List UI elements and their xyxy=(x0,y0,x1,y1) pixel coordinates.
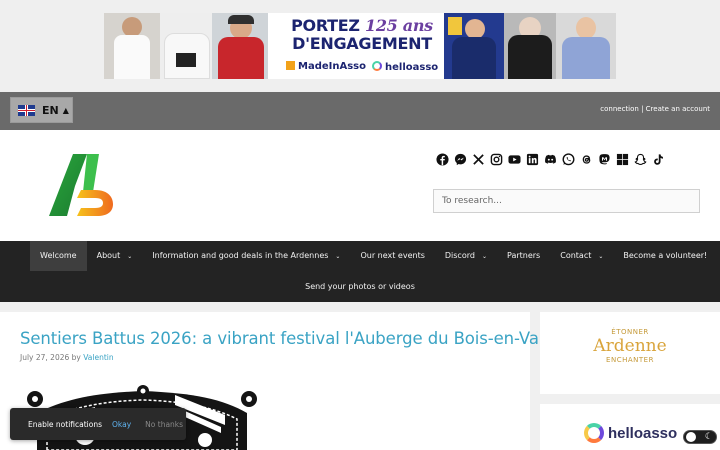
helloasso-ring-icon xyxy=(584,423,604,443)
article-meta: July 27, 2026 by Valentin xyxy=(20,353,114,362)
account-links: connection | Create an account xyxy=(600,105,710,113)
nav-item-volunteer[interactable]: Become a volunteer! xyxy=(613,241,717,271)
connection-link[interactable]: connection xyxy=(600,105,639,113)
helloasso-logo: helloasso xyxy=(584,423,677,443)
nav-item-discord[interactable]: Discord ⌄ xyxy=(435,241,497,271)
ad-photo-woman xyxy=(504,13,556,79)
nav-item-welcome[interactable]: Welcome xyxy=(30,241,87,271)
nav-row-secondary: Send your photos or videos xyxy=(0,271,720,302)
site-logo[interactable] xyxy=(47,152,115,220)
helloasso-logo: helloasso xyxy=(372,61,438,73)
chevron-down-icon: ⌄ xyxy=(598,253,604,260)
whatsapp-icon[interactable] xyxy=(562,153,575,166)
tiktok-icon[interactable] xyxy=(652,153,665,166)
nav-row-primary: Welcome About ⌄ Information and good deal… xyxy=(30,241,717,271)
instagram-icon[interactable] xyxy=(490,153,503,166)
messenger-icon[interactable] xyxy=(454,153,467,166)
article-date[interactable]: July 27, 2026 xyxy=(20,353,69,362)
search-input[interactable] xyxy=(433,189,700,213)
discord-icon[interactable] xyxy=(544,153,557,166)
youtube-icon[interactable] xyxy=(508,153,521,166)
ad-photo-girl xyxy=(556,13,616,79)
chevron-down-icon: ⌄ xyxy=(335,253,341,260)
chevron-down-icon: ⌄ xyxy=(481,253,487,260)
snapchat-icon[interactable] xyxy=(634,153,647,166)
notification-prompt: Enable notifications Okay No thanks xyxy=(10,408,186,440)
ad-photo-kid-blue xyxy=(444,13,504,79)
linkedin-icon[interactable] xyxy=(526,153,539,166)
ad-brands: MadeInAsso helloasso xyxy=(286,60,446,76)
x-icon[interactable] xyxy=(472,153,485,166)
nav-item-about[interactable]: About ⌄ xyxy=(87,241,143,271)
notification-no-thanks-button[interactable]: No thanks xyxy=(145,420,183,429)
chevron-up-icon: ▲ xyxy=(62,105,69,115)
ad-photo-red-shirt xyxy=(212,13,268,79)
mastodon-icon[interactable] xyxy=(598,153,611,166)
notification-text: Enable notifications xyxy=(28,419,103,429)
nav-item-information[interactable]: Information and good deals in the Ardenn… xyxy=(142,241,350,271)
dark-mode-toggle[interactable]: ☾ xyxy=(683,430,717,444)
ad-photo-hoodie xyxy=(160,13,212,79)
article-author[interactable]: Valentin xyxy=(83,353,113,362)
windows-icon[interactable] xyxy=(616,153,629,166)
advertisement-banner[interactable]: PORTEZ 125 ans D'ENGAGEMENT MadeInAsso h… xyxy=(104,13,616,79)
ad-headline: PORTEZ 125 ans D'ENGAGEMENT xyxy=(291,16,433,53)
nav-item-contact[interactable]: Contact ⌄ xyxy=(550,241,613,271)
nav-item-events[interactable]: Our next events xyxy=(350,241,434,271)
nav-item-partners[interactable]: Partners xyxy=(497,241,550,271)
toggle-knob xyxy=(686,432,696,442)
notification-okay-button[interactable]: Okay xyxy=(112,420,131,429)
ardenne-logo: ÉTONNER Ardenne ENCHANTER xyxy=(593,328,667,364)
nav-item-send-photos[interactable]: Send your photos or videos xyxy=(295,271,425,302)
threads-icon[interactable] xyxy=(580,153,593,166)
language-selector[interactable]: EN ▲ xyxy=(10,97,73,123)
language-code: EN xyxy=(42,103,59,117)
moon-icon: ☾ xyxy=(704,432,713,442)
chevron-down-icon: ⌄ xyxy=(127,253,133,260)
top-bar: EN ▲ connection | Create an account xyxy=(0,92,720,130)
ad-photo-child xyxy=(104,13,160,79)
sidebar-widget-ardenne[interactable]: ÉTONNER Ardenne ENCHANTER xyxy=(540,312,720,394)
madeinasso-logo: MadeInAsso xyxy=(286,61,366,72)
create-account-link[interactable]: Create an account xyxy=(646,105,710,113)
main-navigation: Welcome About ⌄ Information and good deal… xyxy=(0,241,720,302)
social-links xyxy=(436,153,665,166)
article-title[interactable]: Sentiers Battus 2026: a vibrant festival… xyxy=(20,329,543,348)
site-header xyxy=(0,130,720,241)
facebook-icon[interactable] xyxy=(436,153,449,166)
top-banner: PORTEZ 125 ans D'ENGAGEMENT MadeInAsso h… xyxy=(0,0,720,92)
uk-flag-icon xyxy=(18,104,35,116)
